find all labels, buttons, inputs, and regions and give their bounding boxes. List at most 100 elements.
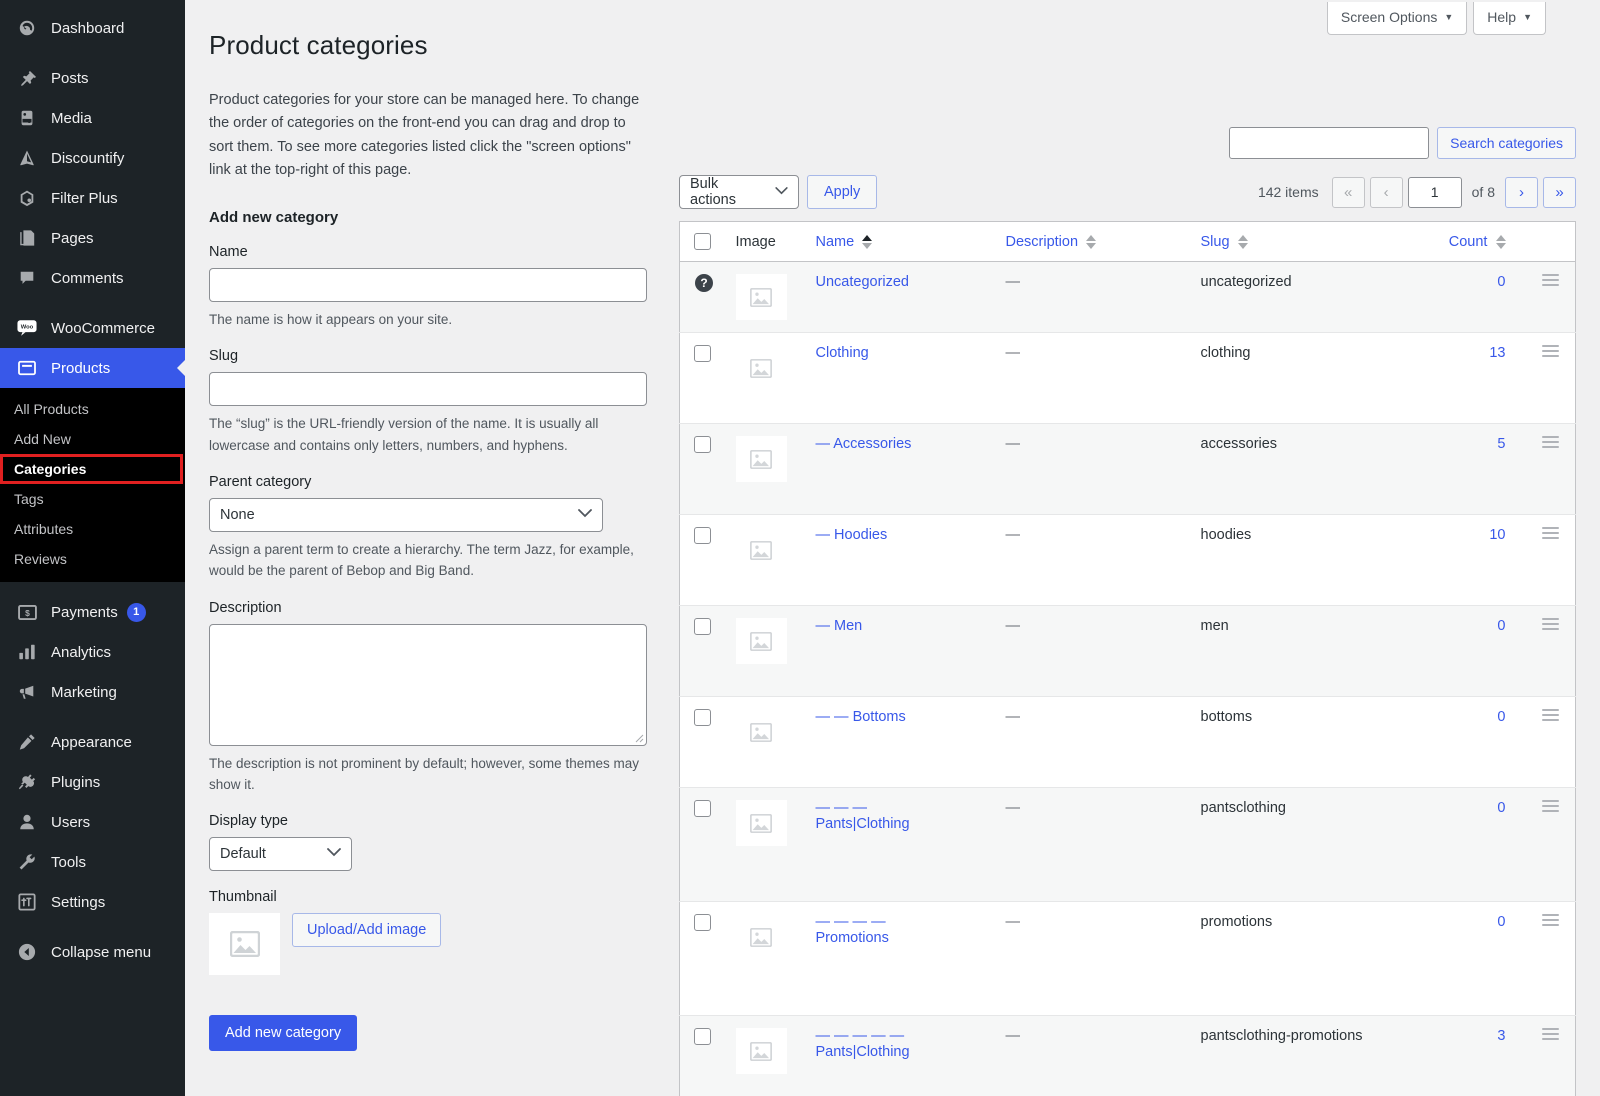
category-name-link[interactable]: — — Bottoms [816,709,906,725]
sidebar-item-filter-plus[interactable]: Filter Plus [0,178,185,218]
row-checkbox[interactable] [694,527,711,544]
submenu-item-reviews[interactable]: Reviews [0,544,185,574]
row-count-cell[interactable]: 0 [1406,902,1516,1016]
first-page-button[interactable]: « [1332,177,1365,208]
slug-input[interactable] [209,372,647,406]
bulk-actions-value: Bulk actions [690,176,764,208]
comments-icon [14,267,40,289]
sidebar-item-posts[interactable]: Posts [0,58,185,98]
sidebar-item-settings[interactable]: Settings [0,882,185,922]
row-count-cell[interactable]: 13 [1406,333,1516,424]
next-page-button[interactable]: › [1505,177,1538,208]
category-name-link[interactable]: — Accessories [816,436,912,452]
sidebar-item-woocommerce[interactable]: WooWooCommerce [0,308,185,348]
add-new-category-button[interactable]: Add new category [209,1015,357,1051]
help-icon[interactable]: ? [695,274,713,292]
parent-category-select[interactable]: None [209,498,603,532]
sidebar-item-plugins[interactable]: Plugins [0,762,185,802]
drag-handle-icon[interactable] [1542,345,1559,357]
row-checkbox[interactable] [694,436,711,453]
search-categories-button[interactable]: Search categories [1437,127,1576,159]
category-name-link[interactable]: Clothing [816,345,869,361]
help-button[interactable]: Help ▼ [1473,2,1546,35]
submenu-item-add-new[interactable]: Add New [0,424,185,454]
sidebar-item-marketing[interactable]: Marketing [0,672,185,712]
name-input[interactable] [209,268,647,302]
parent-category-value: None [220,507,255,523]
sidebar-item-collapse-menu[interactable]: Collapse menu [0,932,185,972]
sidebar-item-tools[interactable]: Tools [0,842,185,882]
tools-icon [14,851,40,873]
sidebar-item-users[interactable]: Users [0,802,185,842]
svg-text:$: $ [25,607,30,617]
drag-handle-icon[interactable] [1542,800,1559,812]
drag-handle-icon[interactable] [1542,436,1559,448]
sidebar-item-appearance[interactable]: Appearance [0,722,185,762]
products-submenu: All ProductsAdd NewCategoriesTagsAttribu… [0,388,185,582]
category-name-link[interactable]: — Men [816,618,863,634]
row-checkbox[interactable] [694,709,711,726]
drag-handle-icon[interactable] [1542,274,1559,286]
row-count-cell[interactable]: 10 [1406,515,1516,606]
row-count-cell[interactable]: 0 [1406,697,1516,788]
sidebar-item-comments[interactable]: Comments [0,258,185,298]
sort-arrows-icon [1238,235,1248,249]
submenu-item-attributes[interactable]: Attributes [0,514,185,544]
category-name-link[interactable]: Uncategorized [816,274,910,290]
search-input[interactable] [1229,127,1429,159]
select-all-checkbox[interactable] [694,233,711,250]
column-name[interactable]: Name [806,222,996,262]
drag-handle-icon[interactable] [1542,527,1559,539]
column-count[interactable]: Count [1406,222,1516,262]
row-name-cell: — Accessories [806,424,996,515]
sidebar-item-payments[interactable]: $Payments1 [0,592,185,632]
display-type-select[interactable]: Default [209,837,352,871]
sidebar-item-dashboard[interactable]: Dashboard [0,8,185,48]
sidebar-item-discountify[interactable]: Discountify [0,138,185,178]
row-checkbox[interactable] [694,618,711,635]
row-count-cell[interactable]: 0 [1406,606,1516,697]
appearance-icon [14,731,40,753]
upload-add-image-button[interactable]: Upload/Add image [292,913,441,947]
collapse-icon [14,941,40,963]
screen-meta-links: Screen Options ▼ Help ▼ [1327,2,1546,35]
row-checkbox[interactable] [694,914,711,931]
screen-options-button[interactable]: Screen Options ▼ [1327,2,1467,35]
table-row: — Hoodies—hoodies10 [680,515,1576,606]
apply-button[interactable]: Apply [807,175,877,209]
filter-plus-icon [14,187,40,209]
last-page-button[interactable]: » [1543,177,1576,208]
row-count-cell[interactable]: 0 [1406,788,1516,902]
category-name-link[interactable]: — Hoodies [816,527,888,543]
drag-handle-icon[interactable] [1542,709,1559,721]
drag-handle-icon[interactable] [1542,914,1559,926]
submenu-item-all-products[interactable]: All Products [0,394,185,424]
row-checkbox[interactable] [694,1028,711,1045]
total-pages-label: of 8 [1467,184,1500,200]
bulk-actions-select[interactable]: Bulk actions [679,175,799,209]
drag-handle-icon[interactable] [1542,618,1559,630]
row-checkbox[interactable] [694,800,711,817]
category-name-link[interactable]: — — — — — Pants|Clothing [816,1028,910,1060]
sidebar-item-analytics[interactable]: Analytics [0,632,185,672]
category-name-link[interactable]: — — — — Promotions [816,914,889,946]
column-slug[interactable]: Slug [1191,222,1406,262]
resize-grip-icon[interactable] [633,732,644,743]
sidebar-item-media[interactable]: Media [0,98,185,138]
row-count-cell[interactable]: 3 [1406,1016,1516,1096]
category-name-link[interactable]: — — — Pants|Clothing [816,800,910,832]
column-description[interactable]: Description [996,222,1191,262]
sidebar-item-pages[interactable]: Pages [0,218,185,258]
submenu-item-tags[interactable]: Tags [0,484,185,514]
pages-icon [14,227,40,249]
drag-handle-icon[interactable] [1542,1028,1559,1040]
current-page-input[interactable]: 1 [1408,177,1462,208]
description-empty: — [1006,914,1021,930]
prev-page-button[interactable]: ‹ [1370,177,1403,208]
row-count-cell[interactable]: 0 [1406,262,1516,333]
description-textarea[interactable] [209,624,647,746]
sidebar-item-products[interactable]: Products [0,348,185,388]
submenu-item-categories[interactable]: Categories [0,454,183,484]
row-checkbox[interactable] [694,345,711,362]
row-count-cell[interactable]: 5 [1406,424,1516,515]
